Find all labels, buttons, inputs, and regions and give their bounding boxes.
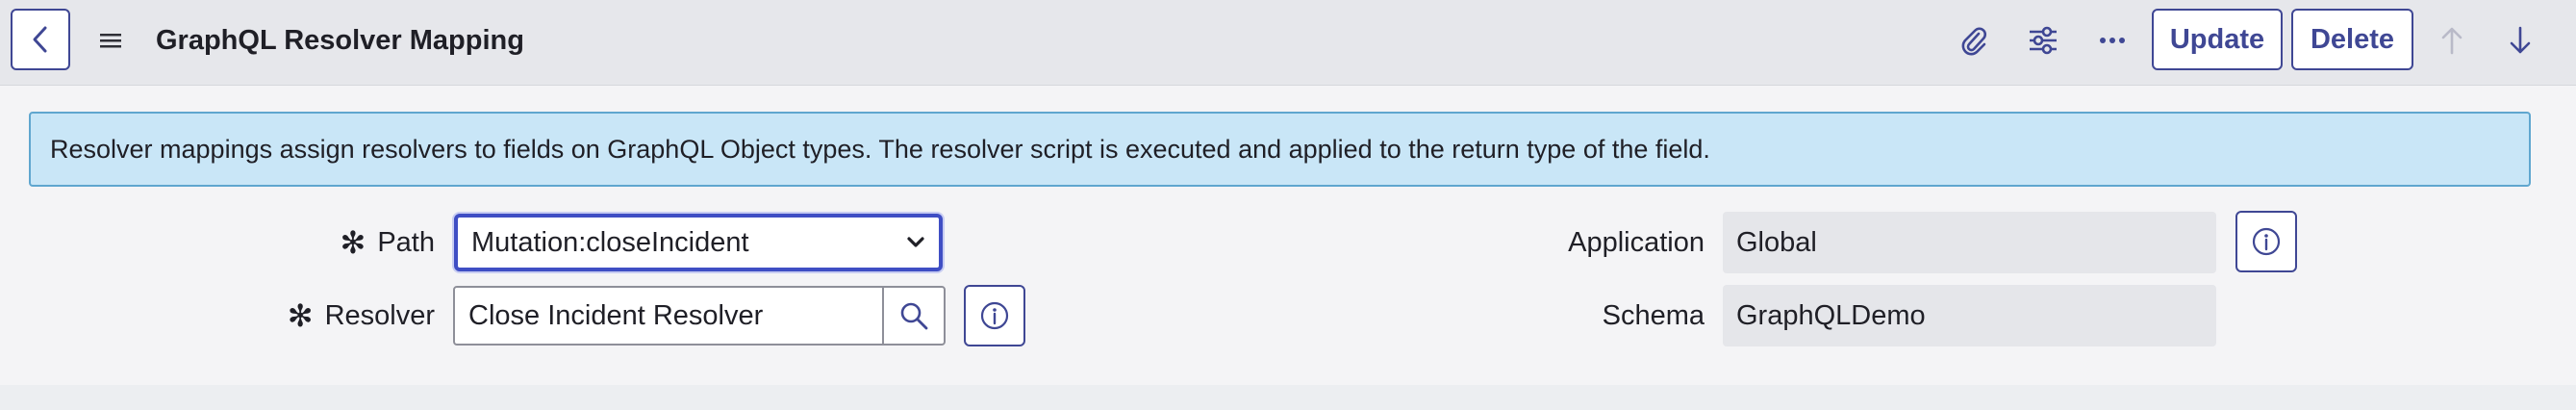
settings-button[interactable] bbox=[2020, 17, 2066, 64]
update-button[interactable]: Update bbox=[2152, 9, 2283, 70]
application-field: Global bbox=[1723, 212, 2216, 273]
resolver-input[interactable]: Close Incident Resolver bbox=[455, 300, 882, 332]
application-info-button[interactable] bbox=[2235, 211, 2297, 272]
info-icon bbox=[980, 301, 1009, 330]
required-marker: ✻ bbox=[287, 298, 314, 333]
hamburger-icon bbox=[100, 34, 121, 48]
menu-button[interactable] bbox=[91, 21, 130, 60]
back-icon bbox=[33, 26, 47, 53]
search-icon bbox=[900, 302, 928, 330]
more-icon bbox=[2100, 38, 2125, 43]
form-footer-divider bbox=[0, 385, 2576, 410]
resolver-label-text: Resolver bbox=[324, 299, 435, 331]
attachment-button[interactable] bbox=[1951, 17, 1997, 64]
back-button[interactable] bbox=[11, 9, 70, 70]
schema-label: Schema bbox=[1602, 299, 1705, 331]
schema-field: GraphQLDemo bbox=[1723, 285, 2216, 346]
previous-record-button[interactable] bbox=[2429, 17, 2475, 64]
info-icon bbox=[2252, 227, 2281, 256]
delete-button[interactable]: Delete bbox=[2291, 9, 2413, 70]
application-label: Application bbox=[1568, 226, 1705, 258]
path-label-text: Path bbox=[377, 226, 435, 258]
more-options-button[interactable] bbox=[2089, 17, 2135, 64]
path-label: ✻ Path bbox=[289, 214, 435, 271]
page-title: GraphQL Resolver Mapping bbox=[156, 25, 524, 56]
resolver-label: ✻ Resolver bbox=[250, 287, 435, 345]
info-banner-text: Resolver mappings assign resolvers to fi… bbox=[50, 134, 1710, 164]
arrow-up-icon bbox=[2441, 27, 2462, 55]
info-banner: Resolver mappings assign resolvers to fi… bbox=[29, 112, 2531, 187]
arrow-down-icon bbox=[2510, 26, 2531, 54]
resolver-field[interactable]: Close Incident Resolver bbox=[453, 286, 946, 346]
resolver-info-button[interactable] bbox=[964, 285, 1025, 346]
chevron-down-icon bbox=[907, 237, 924, 247]
path-select[interactable]: Mutation:closeIncident bbox=[454, 214, 943, 271]
paperclip-icon bbox=[1961, 27, 1986, 56]
resolver-lookup-button[interactable] bbox=[882, 288, 944, 344]
header-bar: GraphQL Resolver Mapping Update Delete bbox=[0, 0, 2576, 86]
sliders-icon bbox=[2030, 26, 2057, 55]
next-record-button[interactable] bbox=[2497, 17, 2543, 64]
required-marker: ✻ bbox=[340, 225, 366, 260]
path-select-value: Mutation:closeIncident bbox=[471, 226, 749, 258]
